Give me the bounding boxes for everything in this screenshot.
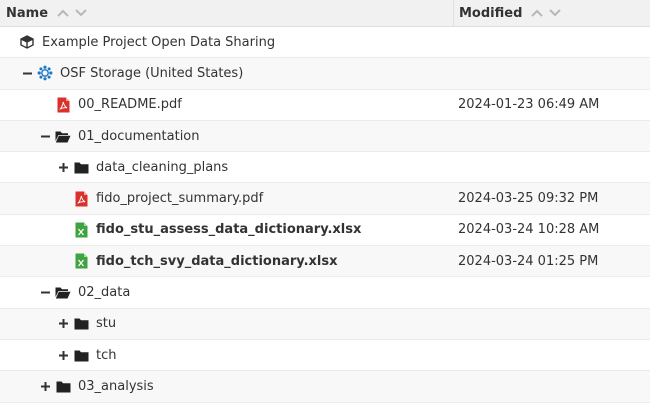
pdf-file-icon bbox=[73, 191, 89, 207]
item-name[interactable]: stu bbox=[96, 316, 116, 331]
collapse-toggle-icon[interactable] bbox=[40, 288, 50, 298]
name-cell: 03_analysis bbox=[0, 371, 453, 401]
folder-icon bbox=[55, 378, 71, 394]
item-name[interactable]: Example Project Open Data Sharing bbox=[42, 35, 275, 50]
expand-toggle-icon[interactable] bbox=[40, 381, 50, 391]
sort-descending-icon[interactable] bbox=[549, 9, 562, 17]
folder-open-icon bbox=[55, 128, 71, 144]
collapse-toggle-icon[interactable] bbox=[40, 131, 50, 141]
modified-date: 2024-01-23 06:49 AM bbox=[458, 97, 600, 113]
folder-icon bbox=[73, 159, 89, 175]
modified-sort-controls bbox=[531, 9, 562, 17]
name-cell: fido_project_summary.pdf bbox=[0, 183, 453, 213]
name-cell: stu bbox=[0, 309, 453, 339]
tree-row[interactable]: tch bbox=[0, 340, 650, 372]
item-name[interactable]: 02_data bbox=[78, 285, 130, 300]
grid-header: Name Modified bbox=[0, 0, 650, 27]
file-tree-grid: Name Modified Example Project Open Data … bbox=[0, 0, 650, 403]
tree-row[interactable]: stu bbox=[0, 308, 650, 340]
name-cell: OSF Storage (United States) bbox=[0, 58, 453, 88]
item-name[interactable]: data_cleaning_plans bbox=[96, 160, 228, 175]
tree-row[interactable]: 02_data bbox=[0, 277, 650, 309]
name-cell: fido_stu_assess_data_dictionary.xlsx bbox=[0, 215, 453, 245]
file-tree-rows: Example Project Open Data Sharing OSF Sto… bbox=[0, 27, 650, 403]
item-name[interactable]: 03_analysis bbox=[78, 379, 154, 394]
item-name[interactable]: 00_README.pdf bbox=[78, 97, 182, 112]
tree-row[interactable]: 00_README.pdf 2024-01-23 06:49 AM bbox=[0, 90, 650, 121]
modified-date: 2024-03-24 10:28 AM bbox=[458, 222, 600, 238]
cube-icon bbox=[19, 34, 35, 50]
tree-row[interactable]: fido_project_summary.pdf 2024-03-25 09:32… bbox=[0, 183, 650, 215]
item-name[interactable]: OSF Storage (United States) bbox=[60, 66, 243, 81]
item-name[interactable]: fido_stu_assess_data_dictionary.xlsx bbox=[96, 222, 361, 237]
sort-ascending-icon[interactable] bbox=[57, 9, 69, 17]
storage-gear-icon bbox=[37, 65, 53, 81]
name-cell: Example Project Open Data Sharing bbox=[0, 27, 453, 57]
expand-toggle-icon[interactable] bbox=[58, 350, 68, 360]
name-cell: 02_data bbox=[0, 277, 453, 307]
tree-row[interactable]: OSF Storage (United States) bbox=[0, 58, 650, 90]
collapse-toggle-icon[interactable] bbox=[22, 68, 32, 78]
tree-row[interactable]: fido_stu_assess_data_dictionary.xlsx 2024… bbox=[0, 215, 650, 247]
expand-toggle-icon[interactable] bbox=[58, 162, 68, 172]
sort-descending-icon[interactable] bbox=[75, 9, 87, 17]
tree-row[interactable]: fido_tch_svy_data_dictionary.xlsx 2024-03… bbox=[0, 246, 650, 278]
folder-open-icon bbox=[55, 285, 71, 301]
tree-row[interactable]: 03_analysis bbox=[0, 371, 650, 403]
name-sort-controls bbox=[57, 9, 87, 17]
tree-row[interactable]: 01_documentation bbox=[0, 120, 650, 153]
name-cell: fido_tch_svy_data_dictionary.xlsx bbox=[0, 246, 453, 276]
expand-toggle-icon[interactable] bbox=[58, 319, 68, 329]
tree-row[interactable]: data_cleaning_plans bbox=[0, 152, 650, 184]
excel-file-icon bbox=[73, 253, 89, 269]
modified-date: 2024-03-24 01:25 PM bbox=[458, 253, 599, 269]
name-cell: data_cleaning_plans bbox=[0, 152, 453, 182]
name-column-label: Name bbox=[6, 5, 49, 21]
name-cell: 01_documentation bbox=[0, 121, 453, 151]
modified-column-label: Modified bbox=[459, 5, 523, 21]
item-name[interactable]: tch bbox=[96, 348, 116, 363]
modified-date: 2024-03-25 09:32 PM bbox=[458, 191, 599, 207]
name-cell: 00_README.pdf bbox=[0, 90, 453, 120]
modified-column-header[interactable]: Modified bbox=[454, 0, 650, 26]
name-cell: tch bbox=[0, 340, 453, 370]
excel-file-icon bbox=[73, 222, 89, 238]
pdf-file-icon bbox=[55, 97, 71, 113]
folder-icon bbox=[73, 316, 89, 332]
item-name[interactable]: fido_project_summary.pdf bbox=[96, 191, 263, 206]
name-column-header[interactable]: Name bbox=[0, 0, 454, 26]
item-name[interactable]: 01_documentation bbox=[78, 129, 200, 144]
item-name[interactable]: fido_tch_svy_data_dictionary.xlsx bbox=[96, 254, 338, 269]
sort-ascending-icon[interactable] bbox=[531, 9, 544, 17]
folder-icon bbox=[73, 347, 89, 363]
tree-row[interactable]: Example Project Open Data Sharing bbox=[0, 27, 650, 59]
